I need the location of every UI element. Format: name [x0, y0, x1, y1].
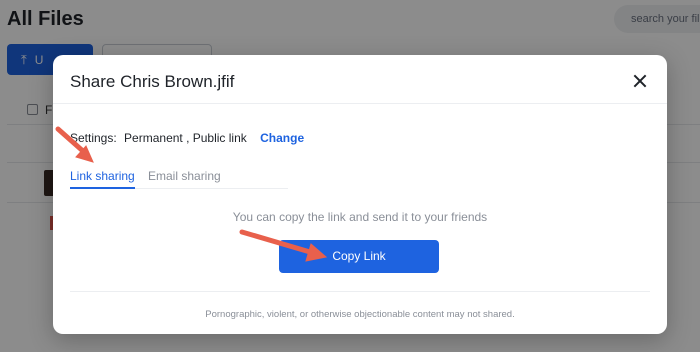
arrow-to-link-sharing-icon — [55, 126, 94, 163]
arrow-to-copy-link-icon — [239, 229, 328, 262]
annotation-arrows — [55, 126, 328, 262]
